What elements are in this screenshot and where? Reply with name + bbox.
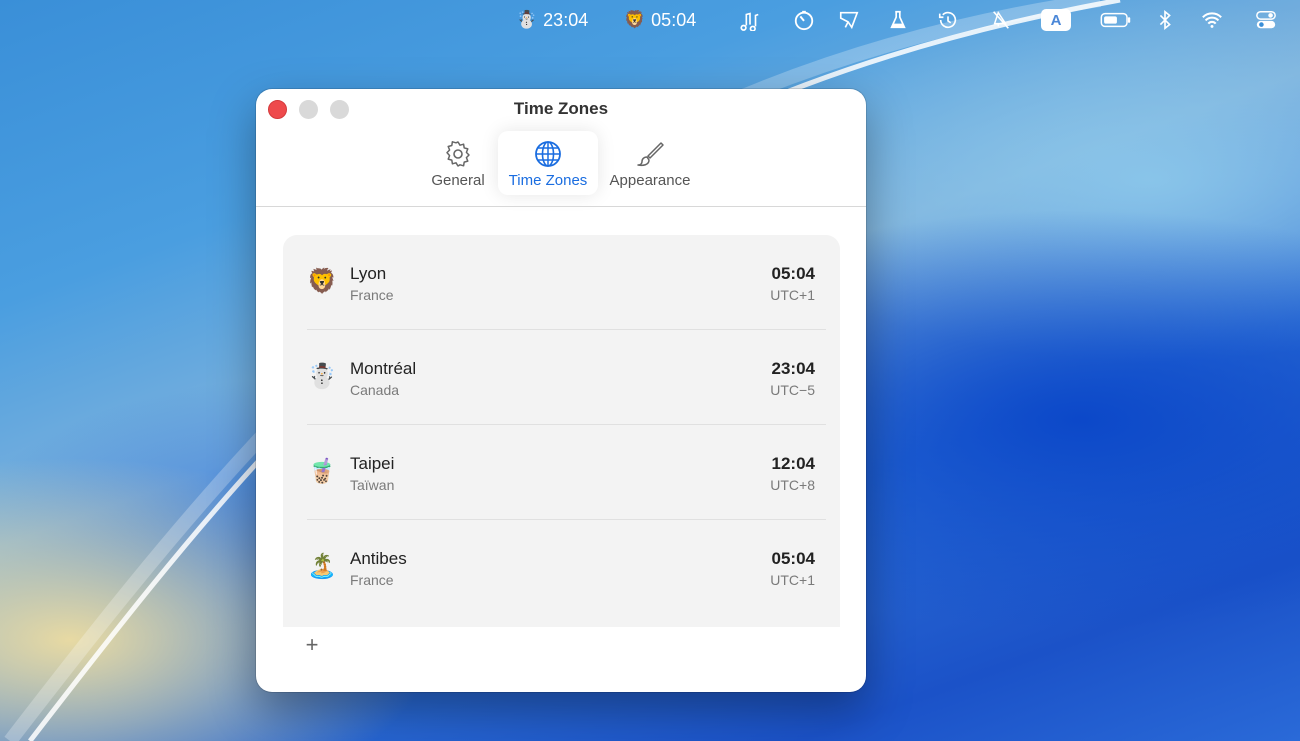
- menubar-clock-lyon[interactable]: 🦁 05:04: [624, 6, 696, 34]
- country-name: France: [350, 572, 394, 588]
- time-zones-window: Time Zones General Time Zones Appearance…: [256, 89, 866, 692]
- muted-icon[interactable]: [989, 8, 1013, 32]
- tab-label: Appearance: [609, 172, 691, 189]
- gear-icon: [446, 141, 470, 167]
- bubble-tea-icon: 🧋: [307, 458, 337, 485]
- list-item[interactable]: ☃️ Montréal Canada 23:04 UTC−5: [283, 330, 840, 425]
- menubar-clock-time: 23:04: [543, 9, 589, 30]
- country-name: Canada: [350, 382, 400, 398]
- timer-icon[interactable]: [792, 8, 816, 32]
- window-title: Time Zones: [513, 99, 609, 118]
- globe-icon: [535, 141, 561, 167]
- time-machine-icon[interactable]: [936, 8, 960, 32]
- list-item[interactable]: 🧋 Taipei Taïwan 12:04 UTC+8: [283, 425, 840, 520]
- menubar-clock-time: 05:04: [651, 9, 697, 30]
- zone-time: 05:04: [771, 549, 815, 568]
- city-name: Montréal: [350, 359, 417, 378]
- toolbar-divider: [256, 206, 866, 207]
- island-icon: 🏝️: [307, 553, 337, 580]
- wifi-icon[interactable]: [1200, 8, 1224, 32]
- utc-offset: UTC−5: [770, 382, 815, 398]
- lion-icon: 🦁: [624, 10, 646, 29]
- zone-time: 12:04: [771, 454, 815, 473]
- country-name: France: [350, 287, 394, 303]
- battery-icon[interactable]: [1098, 8, 1134, 32]
- city-name: Taipei: [350, 454, 395, 473]
- city-name: Lyon: [350, 264, 387, 283]
- time-zone-list: 🦁 Lyon France 05:04 UTC+1 ☃️ Montréal Ca…: [283, 235, 840, 627]
- add-time-zone-button[interactable]: +: [301, 632, 323, 657]
- lion-icon: 🦁: [307, 268, 337, 295]
- list-item[interactable]: 🏝️ Antibes France 05:04 UTC+1: [283, 520, 840, 615]
- tab-label: General: [431, 172, 485, 189]
- snowman-icon: ☃️: [516, 10, 538, 29]
- tab-time-zones[interactable]: Time Zones: [498, 131, 598, 195]
- tab-label: Time Zones: [508, 172, 588, 189]
- music-notes-icon[interactable]: [738, 8, 762, 32]
- tab-appearance[interactable]: Appearance: [602, 131, 698, 195]
- utc-offset: UTC+1: [770, 287, 815, 303]
- utc-offset: UTC+8: [770, 477, 815, 493]
- tab-bar: General Time Zones Appearance: [256, 131, 866, 197]
- utc-offset: UTC+1: [770, 572, 815, 588]
- zone-time: 05:04: [771, 264, 815, 283]
- city-name: Antibes: [350, 549, 407, 568]
- pennant-icon[interactable]: [837, 8, 861, 32]
- tab-general[interactable]: General: [428, 131, 488, 195]
- flask-icon[interactable]: [886, 8, 910, 32]
- menubar-clock-montreal[interactable]: ☃️ 23:04: [516, 6, 588, 34]
- zone-time: 23:04: [771, 359, 815, 378]
- country-name: Taïwan: [350, 477, 395, 493]
- bluetooth-icon[interactable]: [1153, 8, 1177, 32]
- list-item[interactable]: 🦁 Lyon France 05:04 UTC+1: [283, 235, 840, 330]
- menu-bar: ☃️ 23:04 🦁 05:04 A: [0, 0, 1300, 40]
- snowman-icon: ☃️: [307, 363, 337, 390]
- paintbrush-icon: [637, 142, 664, 167]
- input-source-icon[interactable]: A: [1041, 9, 1071, 31]
- control-center-icon[interactable]: [1254, 8, 1278, 32]
- desktop: ☃️ 23:04 🦁 05:04 A Time Zones General Ti…: [0, 0, 1300, 741]
